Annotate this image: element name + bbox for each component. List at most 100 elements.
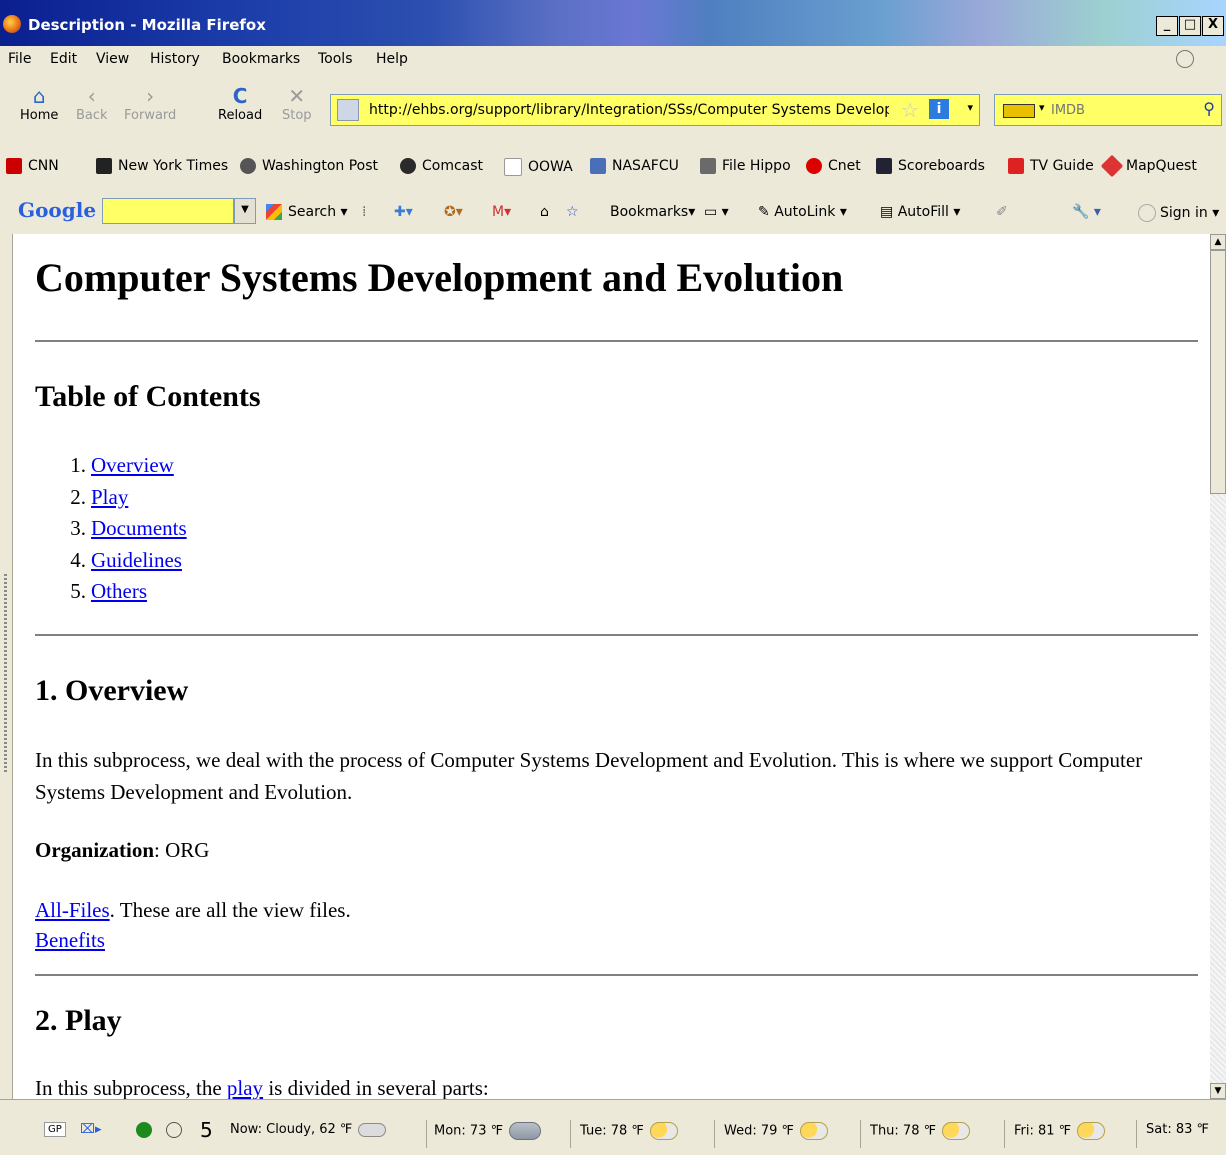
menu-help[interactable]: Help: [376, 51, 408, 67]
splitter-grip[interactable]: [4, 574, 7, 774]
weather-mon[interactable]: Mon: 73 ℉: [434, 1122, 541, 1140]
organization-line: Organization: ORG: [35, 834, 209, 866]
menu-bookmarks[interactable]: Bookmarks: [222, 51, 300, 67]
autolink-icon: ✎: [758, 204, 775, 220]
activity-indicator-icon: [1176, 50, 1194, 68]
weather-fri[interactable]: Fri: 81 ℉: [1014, 1122, 1106, 1140]
search-input[interactable]: [1049, 99, 1193, 121]
divider: [35, 634, 1198, 636]
bookmark-comcast[interactable]: Comcast: [400, 158, 483, 174]
plus-icon[interactable]: ✚▾: [394, 204, 413, 220]
weather-thu[interactable]: Thu: 78 ℉: [870, 1122, 970, 1140]
weather-label: Mon: 73 ℉: [434, 1123, 503, 1139]
home-button[interactable]: ⌂ Home: [20, 84, 58, 123]
bookmark-file-hippo[interactable]: File Hippo: [700, 158, 791, 174]
highlighter-icon[interactable]: ✐: [996, 204, 1008, 220]
weather-wed[interactable]: Wed: 79 ℉: [724, 1122, 828, 1140]
sidebar-splitter[interactable]: [0, 234, 13, 1099]
stop-button[interactable]: ✕ Stop: [282, 84, 312, 123]
menu-file[interactable]: File: [8, 51, 31, 67]
popup-blocker-icon[interactable]: ✪▾: [444, 204, 463, 220]
weather-now[interactable]: Now: Cloudy, 62 ℉: [230, 1122, 387, 1137]
weather-label: Tue: 78 ℉: [580, 1123, 644, 1139]
google-logo[interactable]: Google: [18, 198, 96, 222]
address-bar[interactable]: http://ehbs.org/support/library/Integrat…: [330, 94, 980, 126]
google-search-input[interactable]: [103, 199, 231, 221]
autofill-button[interactable]: ▤ AutoFill ▾: [880, 204, 960, 220]
bookmark-nasafcu[interactable]: NASAFCU: [590, 158, 679, 174]
search-icon[interactable]: ⚲: [1203, 99, 1215, 118]
bookmark-cnn[interactable]: CNN: [6, 158, 59, 174]
google-icon: [266, 204, 282, 220]
bookmark-star-icon[interactable]: ☆: [566, 204, 579, 220]
url-text[interactable]: http://ehbs.org/support/library/Integrat…: [369, 102, 889, 118]
settings-wrench-icon[interactable]: 🔧 ▾: [1072, 204, 1101, 220]
scroll-up-arrow-icon[interactable]: ▲: [1210, 234, 1226, 250]
bookmark-label: MapQuest: [1126, 158, 1197, 174]
bookmark-scoreboards[interactable]: Scoreboards: [876, 158, 985, 174]
gp-badge[interactable]: GP: [44, 1122, 66, 1137]
gmail-icon[interactable]: M▾: [492, 204, 511, 220]
menu-view[interactable]: View: [96, 51, 129, 67]
bookmark-washington-post[interactable]: Washington Post: [240, 158, 378, 174]
toc-link-others[interactable]: Others: [91, 579, 147, 603]
scrollbar-thumb[interactable]: [1210, 250, 1226, 494]
window-controls: _ □ X: [1156, 16, 1224, 36]
sidewiki-icon[interactable]: ▭ ▾: [704, 204, 729, 220]
reload-button[interactable]: C Reload: [218, 84, 262, 123]
back-button[interactable]: ‹ Back: [76, 84, 108, 123]
google-bookmarks-button[interactable]: Bookmarks▾: [610, 204, 695, 220]
search-engine-dropdown-icon[interactable]: ▾: [1039, 101, 1045, 114]
forward-button[interactable]: › Forward: [124, 84, 176, 123]
all-files-link[interactable]: All-Files: [35, 898, 110, 922]
menu-history[interactable]: History: [150, 51, 200, 67]
bookmark-mapquest[interactable]: MapQuest: [1100, 154, 1197, 178]
benefits-link[interactable]: Benefits: [35, 928, 105, 952]
vertical-scrollbar[interactable]: ▲ ▼: [1210, 234, 1226, 1099]
google-search-button[interactable]: Search ▾: [266, 204, 348, 220]
google-sign-in-button[interactable]: Sign in ▾: [1138, 204, 1219, 222]
toc-link-overview[interactable]: Overview: [91, 453, 174, 477]
weather-label: Now: Cloudy, 62 ℉: [230, 1122, 353, 1137]
home-icon: ⌂: [32, 84, 46, 108]
bookmark-oowa[interactable]: OOWA: [504, 158, 573, 176]
autolink-button[interactable]: ✎ AutoLink ▾: [758, 204, 847, 220]
sun-cloud-icon: [1077, 1122, 1106, 1140]
toc-number: 3.: [70, 516, 86, 541]
bank-icon[interactable]: ⌂: [540, 204, 549, 220]
play-link[interactable]: play: [227, 1076, 263, 1099]
search-engine-icon[interactable]: [1003, 104, 1035, 118]
minimize-button[interactable]: _: [1156, 16, 1178, 36]
search-bar[interactable]: ▾ ⚲: [994, 94, 1222, 126]
browser-content-area: Computer Systems Development and Evoluti…: [0, 234, 1226, 1099]
bookmark-star-icon[interactable]: ☆: [901, 98, 919, 122]
search-label: Search: [288, 204, 337, 220]
rain-cloud-icon: [508, 1122, 541, 1140]
google-search-field[interactable]: [102, 198, 234, 224]
separator: [570, 1120, 571, 1148]
google-search-dropdown[interactable]: ▼: [234, 198, 256, 224]
bookmark-label: OOWA: [528, 159, 573, 175]
autolink-label: AutoLink: [774, 204, 836, 220]
xmarks-icon[interactable]: ⌧▸: [80, 1122, 102, 1137]
toc-link-documents[interactable]: Documents: [91, 516, 187, 540]
close-button[interactable]: X: [1202, 16, 1224, 36]
scroll-down-arrow-icon[interactable]: ▼: [1210, 1083, 1226, 1099]
toc-number: 2.: [70, 484, 86, 509]
bookmark-cnet[interactable]: Cnet: [806, 158, 861, 174]
site-identity-icon[interactable]: [337, 99, 359, 121]
maximize-button[interactable]: □: [1179, 16, 1201, 36]
weather-tue[interactable]: Tue: 78 ℉: [580, 1122, 678, 1140]
bookmark-tv-guide[interactable]: TV Guide: [1008, 158, 1094, 174]
weather-sat[interactable]: Sat: 83 ℉: [1146, 1122, 1209, 1137]
menu-edit[interactable]: Edit: [50, 51, 77, 67]
count-badge: 5: [200, 1118, 213, 1142]
toc-link-guidelines[interactable]: Guidelines: [91, 548, 182, 572]
toc-link-play[interactable]: Play: [91, 485, 128, 509]
status-green-icon[interactable]: [136, 1122, 152, 1138]
clock-icon[interactable]: [166, 1122, 182, 1138]
page-info-icon[interactable]: i: [929, 99, 949, 119]
menu-tools[interactable]: Tools: [318, 51, 353, 67]
bookmark-nytimes[interactable]: New York Times: [96, 158, 228, 174]
url-dropdown-icon[interactable]: ▾: [967, 101, 973, 114]
